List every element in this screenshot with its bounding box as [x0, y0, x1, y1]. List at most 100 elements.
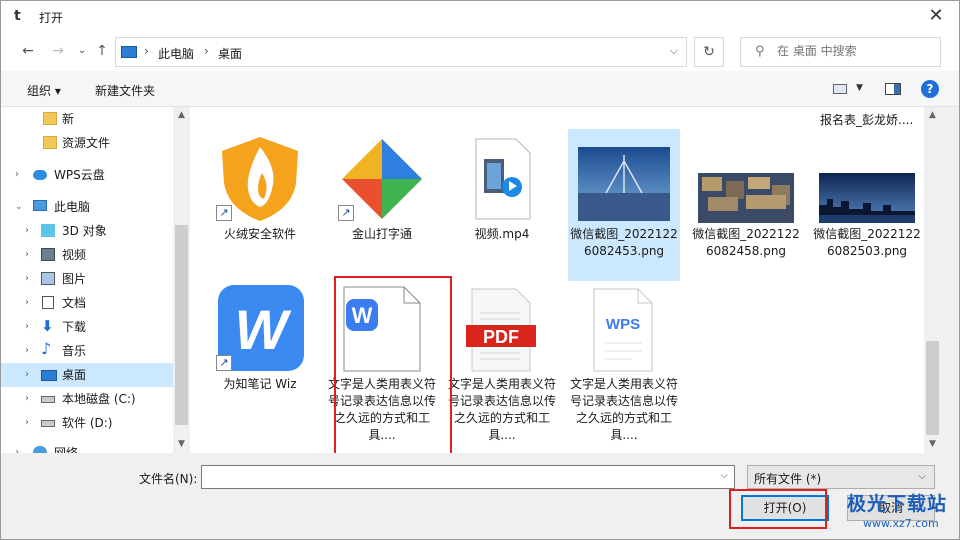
expand-chevron-icon[interactable]: › — [25, 219, 29, 243]
sidebar-item-pictures[interactable]: › 图片 — [1, 267, 173, 291]
expand-chevron-icon[interactable]: › — [25, 291, 29, 315]
expand-chevron-icon[interactable]: › — [15, 163, 19, 187]
sidebar-item-documents[interactable]: › 文档 — [1, 291, 173, 315]
help-icon[interactable]: ? — [921, 80, 939, 98]
file-name: 微信截图_20221226082453.png — [570, 227, 678, 258]
sidebar-item-music[interactable]: › ♪ 音乐 — [1, 339, 173, 363]
sidebar-item-drive-c[interactable]: › 本地磁盘 (C:) — [1, 387, 173, 411]
expand-chevron-icon[interactable]: › — [25, 315, 29, 339]
sidebar-item-drive-d[interactable]: › 软件 (D:) — [1, 411, 173, 435]
organize-menu[interactable]: 组织 ▾ — [27, 82, 61, 99]
expand-chevron-icon[interactable]: › — [25, 243, 29, 267]
video-file-icon — [475, 138, 531, 220]
scroll-down-icon[interactable]: ▼ — [924, 436, 941, 453]
computer-icon — [33, 200, 47, 211]
wps-file-icon: WPS — [593, 288, 653, 372]
sidebar-item-label: 文档 — [62, 296, 87, 310]
navigation-pane: 新 资源文件 › WPS云盘 ⌄ 此电脑 › 3D 对象 › 视频 › 图片 ›… — [1, 107, 189, 453]
download-icon: ⬇ — [41, 317, 54, 335]
breadcrumb-desktop[interactable]: 桌面 — [218, 45, 242, 62]
file-item-huorong[interactable]: ↗ 火绒安全软件 — [204, 133, 316, 243]
file-item-kingsoft-typing[interactable]: ↗ 金山打字通 — [326, 133, 438, 243]
breadcrumb-separator-icon: › — [204, 44, 209, 58]
scroll-down-icon[interactable]: ▼ — [173, 436, 189, 453]
expand-chevron-icon[interactable]: › — [25, 411, 29, 435]
search-input[interactable] — [777, 44, 937, 58]
file-item-screenshot-3[interactable]: 微信截图_20221226082503.png — [811, 133, 923, 260]
dialog-footer: 文件名(N): ⌵ 所有文件 (*) ⌵ 打开(O) 取消 — [1, 453, 959, 539]
sidebar-item-network[interactable]: › 网络 — [1, 441, 173, 453]
view-dropdown-icon[interactable]: ▼ — [856, 83, 863, 93]
sidebar-item-label: 本地磁盘 (C:) — [62, 392, 136, 406]
sidebar-item-resources[interactable]: 资源文件 — [1, 131, 173, 155]
file-name: 火绒安全软件 — [223, 227, 296, 241]
scrollbar-thumb[interactable] — [175, 225, 188, 425]
file-area-scrollbar[interactable]: ▲ ▼ — [924, 107, 941, 453]
file-item-screenshot-2[interactable]: 微信截图_20221226082458.png — [690, 133, 802, 260]
expand-chevron-icon[interactable]: › — [25, 267, 29, 291]
file-label-cut[interactable]: 报名表_彭龙娇.... — [820, 111, 913, 128]
file-name: 微信截图_20221226082503.png — [813, 227, 921, 258]
forward-arrow-icon[interactable]: → — [49, 43, 67, 59]
shortcut-arrow-icon: ↗ — [216, 205, 232, 221]
sidebar-item-this-pc[interactable]: ⌄ 此电脑 — [1, 195, 173, 219]
refresh-button[interactable]: ↻ — [694, 37, 724, 67]
address-bar[interactable]: › 此电脑 › 桌面 ⌵ — [115, 37, 687, 67]
filename-field[interactable]: ⌵ — [201, 465, 735, 489]
navigation-bar: ← → ⌄ ↑ › 此电脑 › 桌面 ⌵ ↻ ⚲ — [1, 33, 959, 71]
new-folder-button[interactable]: 新建文件夹 — [95, 82, 155, 99]
image-thumbnail-skyline — [819, 173, 915, 225]
sidebar-item-wps-cloud[interactable]: › WPS云盘 — [1, 163, 173, 187]
file-item-screenshot-1[interactable]: 微信截图_20221226082453.png — [568, 129, 680, 281]
sidebar-item-label: 资源文件 — [62, 136, 111, 150]
folder-icon — [43, 112, 57, 125]
pdf-label: PDF — [483, 327, 519, 347]
up-arrow-icon[interactable]: ↑ — [93, 43, 111, 59]
file-item-video-mp4[interactable]: 视频.mp4 — [446, 133, 558, 243]
sidebar-item-label: 网络 — [54, 446, 79, 453]
pdf-file-icon: PDF — [466, 288, 536, 372]
sidebar-item-label: 音乐 — [62, 344, 87, 358]
expand-chevron-icon[interactable]: › — [25, 339, 29, 363]
search-box[interactable]: ⚲ — [740, 37, 941, 67]
red-highlight-box — [334, 276, 452, 453]
view-options-icon[interactable] — [833, 84, 847, 94]
file-name: 微信截图_20221226082458.png — [692, 227, 800, 258]
file-item-wiz[interactable]: W ↗ 为知笔记 Wiz — [204, 283, 316, 393]
file-list-view: 报名表_彭龙娇.... ↗ 火绒安全软件 ↗ 金山打字通 视频.mp4 微信截图… — [190, 107, 941, 453]
sidebar-item-label: 此电脑 — [54, 200, 91, 214]
sidebar-item-label: 3D 对象 — [62, 224, 107, 238]
cube-icon — [41, 224, 55, 237]
cloud-icon — [33, 170, 47, 180]
sidebar-item-downloads[interactable]: › ⬇ 下载 — [1, 315, 173, 339]
sidebar-scrollbar[interactable]: ▲ ▼ — [173, 107, 189, 453]
music-icon: ♪ — [41, 339, 52, 358]
file-item-pdf-doc[interactable]: PDF 文字是人类用表义符号记录表达信息以传之久远的方式和工具.... — [446, 283, 558, 444]
back-arrow-icon[interactable]: ← — [19, 43, 37, 59]
scroll-up-icon[interactable]: ▲ — [924, 107, 941, 124]
title-bar: t 打开 ✕ — [1, 1, 959, 33]
filetype-select[interactable]: 所有文件 (*) ⌵ — [747, 465, 935, 489]
preview-pane-icon[interactable] — [885, 83, 901, 95]
filename-dropdown-icon[interactable]: ⌵ — [720, 470, 728, 481]
sidebar-item-desktop[interactable]: › 桌面 — [1, 363, 173, 387]
sidebar-item-label: WPS云盘 — [54, 168, 105, 182]
address-dropdown-icon[interactable]: ⌵ — [670, 44, 678, 58]
expand-chevron-icon[interactable]: › — [15, 441, 19, 453]
collapse-chevron-icon[interactable]: ⌄ — [15, 195, 23, 219]
sidebar-item-videos[interactable]: › 视频 — [1, 243, 173, 267]
close-icon[interactable]: ✕ — [913, 1, 959, 33]
file-item-wps-doc[interactable]: WPS 文字是人类用表义符号记录表达信息以传之久远的方式和工具.... — [568, 283, 680, 444]
sidebar-item-new[interactable]: 新 — [1, 107, 173, 131]
scrollbar-thumb[interactable] — [926, 341, 939, 435]
filename-input[interactable] — [206, 469, 706, 483]
recent-locations-icon[interactable]: ⌄ — [73, 45, 91, 56]
sidebar-item-3d-objects[interactable]: › 3D 对象 — [1, 219, 173, 243]
expand-chevron-icon[interactable]: › — [25, 363, 29, 387]
breadcrumb-this-pc[interactable]: 此电脑 — [158, 45, 194, 62]
command-toolbar: 组织 ▾ 新建文件夹 ▼ ? — [1, 71, 959, 107]
image-thumbnail-bridge — [578, 147, 670, 221]
scroll-up-icon[interactable]: ▲ — [173, 107, 189, 124]
computer-icon — [121, 46, 137, 58]
expand-chevron-icon[interactable]: › — [25, 387, 29, 411]
